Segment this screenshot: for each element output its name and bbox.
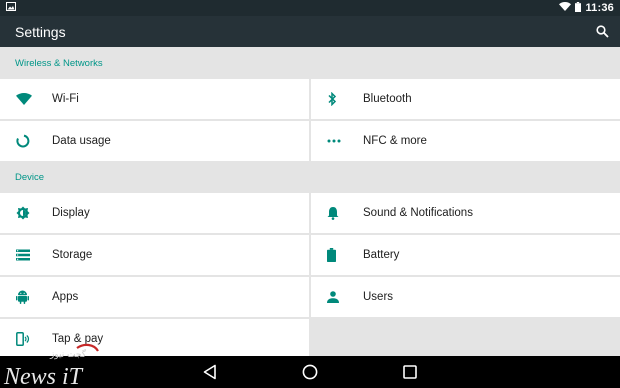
settings-item-storage[interactable]: Storage xyxy=(0,235,309,275)
settings-item-label: Data usage xyxy=(52,135,111,147)
bluetooth-icon xyxy=(311,92,363,106)
android-icon xyxy=(0,290,52,304)
device-grid: Display Sound & Notifications Storage Ba… xyxy=(0,193,620,356)
settings-item-label: Storage xyxy=(52,249,93,261)
image-notification-icon xyxy=(6,2,16,14)
newsit-watermark: گجت نیوز News iT xyxy=(2,342,112,388)
clock: 11:36 xyxy=(585,2,614,14)
battery-status-icon xyxy=(575,1,582,15)
bell-icon xyxy=(311,206,363,220)
settings-item-label: Wi-Fi xyxy=(52,93,79,105)
brightness-icon xyxy=(0,206,52,220)
battery-icon xyxy=(311,248,363,262)
storage-icon xyxy=(0,249,52,261)
watermark-text: News iT xyxy=(3,364,84,388)
settings-item-label: Sound & Notifications xyxy=(363,207,473,219)
settings-item-sound[interactable]: Sound & Notifications xyxy=(311,193,620,233)
home-icon xyxy=(302,364,318,380)
empty-cell xyxy=(311,319,620,356)
page-title: Settings xyxy=(15,23,66,40)
watermark-persian-text: گجت نیوز xyxy=(49,348,87,360)
recents-icon xyxy=(403,365,417,379)
status-bar: 11:36 xyxy=(0,0,620,16)
recents-button[interactable] xyxy=(400,362,420,382)
settings-item-bluetooth[interactable]: Bluetooth xyxy=(311,79,620,119)
settings-item-battery[interactable]: Battery xyxy=(311,235,620,275)
settings-item-label: Users xyxy=(363,291,394,303)
wireless-grid: Wi-Fi Bluetooth Data usage NFC & more xyxy=(0,79,620,161)
person-icon xyxy=(311,291,363,303)
section-header-device: Device xyxy=(15,171,45,183)
settings-item-apps[interactable]: Apps xyxy=(0,277,309,317)
settings-item-label: NFC & more xyxy=(363,135,427,147)
wifi-signal-icon xyxy=(559,2,572,14)
settings-item-wifi[interactable]: Wi-Fi xyxy=(0,79,309,119)
settings-item-nfc[interactable]: NFC & more xyxy=(311,121,620,161)
settings-item-label: Battery xyxy=(363,249,400,261)
settings-item-label: Bluetooth xyxy=(363,93,412,105)
wifi-icon xyxy=(0,93,52,105)
action-bar: Settings xyxy=(0,16,620,47)
back-button[interactable] xyxy=(200,362,220,382)
settings-item-label: Display xyxy=(52,207,90,219)
search-icon xyxy=(595,25,609,38)
settings-item-display[interactable]: Display xyxy=(0,193,309,233)
settings-list: Wireless & Networks Wi-Fi Bluetooth Data… xyxy=(0,47,620,356)
settings-item-label: Apps xyxy=(52,291,79,303)
more-dots-icon xyxy=(311,139,363,143)
back-icon xyxy=(203,364,216,380)
settings-item-users[interactable]: Users xyxy=(311,277,620,317)
search-button[interactable] xyxy=(594,24,610,40)
settings-item-data-usage[interactable]: Data usage xyxy=(0,121,309,161)
section-header-wireless: Wireless & Networks xyxy=(15,57,103,69)
home-button[interactable] xyxy=(300,362,320,382)
data-usage-icon xyxy=(0,134,52,148)
